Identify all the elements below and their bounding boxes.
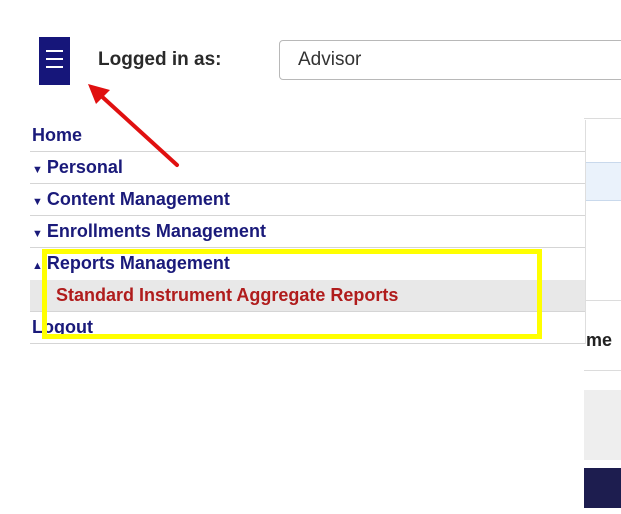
caret-down-icon: ▼ xyxy=(32,164,43,176)
menu-item-label: Personal xyxy=(46,157,123,177)
background-divider xyxy=(584,118,621,119)
menu-item-label: Content Management xyxy=(46,189,230,209)
logged-in-label: Logged in as: xyxy=(98,49,222,70)
menu-item-enrollments-management[interactable]: ▼ Enrollments Management xyxy=(30,216,585,248)
background-table-cell xyxy=(584,162,621,201)
hamburger-line xyxy=(46,50,63,52)
menu-item-content-management[interactable]: ▼ Content Management xyxy=(30,184,585,216)
background-divider xyxy=(584,370,621,371)
menu-item-reports-management[interactable]: ▲ Reports Management xyxy=(30,248,585,280)
menu-item-label: Reports Management xyxy=(46,253,230,273)
menu-item-home[interactable]: Home xyxy=(30,120,585,152)
menu-item-label: Logout xyxy=(32,317,93,337)
hamburger-line xyxy=(46,66,63,68)
navigation-menu: Home ▼ Personal ▼ Content Management ▼ Enro… xyxy=(30,120,586,344)
background-footer-bar xyxy=(584,468,621,508)
caret-up-icon: ▲ xyxy=(32,260,43,272)
background-column-header: me xyxy=(586,330,613,350)
role-input[interactable] xyxy=(279,40,621,80)
caret-down-icon: ▼ xyxy=(32,196,43,208)
hamburger-menu-button[interactable] xyxy=(39,37,70,85)
hamburger-line xyxy=(46,58,63,60)
background-divider xyxy=(584,300,621,301)
background-table-row xyxy=(584,390,621,460)
submenu-item-standard-instrument-aggregate-reports[interactable]: Standard Instrument Aggregate Reports xyxy=(30,280,585,312)
menu-item-label: Home xyxy=(32,125,83,145)
caret-down-icon: ▼ xyxy=(32,228,43,240)
menu-item-label: Enrollments Management xyxy=(46,221,266,241)
menu-item-personal[interactable]: ▼ Personal xyxy=(30,152,585,184)
menu-item-logout[interactable]: Logout xyxy=(30,312,585,344)
